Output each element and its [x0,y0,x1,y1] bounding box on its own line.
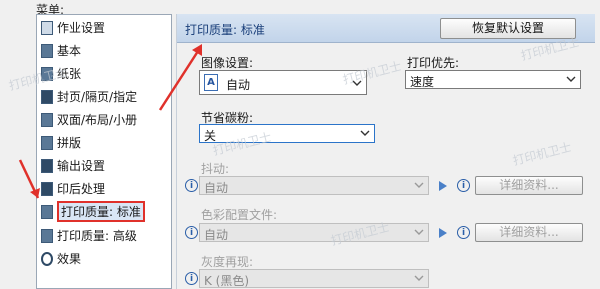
sidebar-item-basic[interactable]: 基本 [41,40,81,61]
chevron-down-icon [414,229,424,235]
settings-panel: 打印质量: 标准 恢复默认设置 图像设置: A 自动 打印优先: 速度 节省碳粉… [176,14,595,289]
sidebar-item-label: 打印质量: 标准 [57,201,145,222]
sidebar-item-label: 基本 [57,44,82,58]
toner-save-value: 关 [204,129,217,143]
sidebar-item-effects[interactable]: 效果 [41,248,81,269]
sidebar-item-label: 纸张 [57,67,82,81]
panel-title: 打印质量: 标准 [185,23,265,37]
gray-reproduction-select[interactable]: K (黑色) [199,269,429,288]
print-priority-value: 速度 [410,75,435,89]
duplex-icon [41,112,53,127]
chevron-down-icon [352,80,362,86]
sidebar-item-label: 印后处理 [57,182,106,196]
sidebar-item-paper[interactable]: 纸张 [41,63,81,84]
color-profile-label: 色彩配置文件: [201,208,278,222]
sidebar-item-label: 封页/隔页/指定 [57,90,138,104]
basic-icon [41,43,53,58]
image-settings-label: 图像设置: [201,56,254,70]
paper-icon [41,66,53,81]
print-priority-label: 打印优先: [407,56,460,70]
info-icon[interactable]: i [185,226,198,239]
sidebar-item-label: 打印质量: 高级 [57,229,137,243]
image-a-icon: A [204,74,218,91]
sidebar-item-job-settings[interactable]: 作业设置 [41,17,105,38]
output-icon [41,158,53,173]
info-icon[interactable]: i [457,226,470,239]
sidebar-item-label: 拼版 [57,136,82,150]
info-icon[interactable]: i [457,179,470,192]
dither-select[interactable]: 自动 [199,176,429,195]
gray-reproduction-label: 灰度再现: [201,255,254,269]
sidebar-item-quality-advanced[interactable]: 打印质量: 高级 [41,225,137,246]
sidebar-item-quality-standard[interactable]: 打印质量: 标准 [41,201,145,222]
cover-icon [41,89,53,104]
finishing-icon [41,181,53,196]
imposition-icon [41,135,53,150]
sidebar-item-output[interactable]: 输出设置 [41,155,105,176]
sidebar-item-finishing[interactable]: 印后处理 [41,178,105,199]
panel-header: 打印质量: 标准 恢复默认设置 [177,14,595,43]
gray-reproduction-value: K (黑色) [204,274,250,288]
dither-value: 自动 [204,181,229,195]
play-arrow-icon [439,181,447,191]
play-arrow-icon [439,228,447,238]
restore-defaults-button[interactable]: 恢复默认设置 [440,18,576,39]
effects-icon [41,251,53,266]
job-settings-icon [41,20,53,35]
image-settings-value: 自动 [226,78,251,92]
color-profile-value: 自动 [204,228,229,242]
sidebar-item-label: 双面/布局/小册 [57,113,138,127]
toner-save-select[interactable]: 关 [199,124,375,143]
chevron-down-icon [414,275,424,281]
chevron-down-icon [566,76,576,82]
print-priority-select[interactable]: 速度 [405,70,581,89]
info-icon[interactable]: i [185,179,198,192]
sidebar-item-imposition[interactable]: 拼版 [41,132,81,153]
sidebar-item-label: 作业设置 [57,21,106,35]
sidebar-menu: 作业设置 基本 纸张 封页/隔页/指定 双面/布局/小册 拼版 输出设置 印后处… [36,14,172,289]
quality-advanced-icon [41,228,53,243]
sidebar-item-label: 输出设置 [57,159,106,173]
dither-detail-button[interactable]: 详细资料... [475,176,583,195]
dither-label: 抖动: [201,162,230,176]
color-profile-detail-button[interactable]: 详细资料... [475,223,583,242]
color-profile-select[interactable]: 自动 [199,223,429,242]
info-icon[interactable]: i [185,272,198,285]
image-settings-select[interactable]: A 自动 [199,70,367,95]
chevron-down-icon [414,182,424,188]
sidebar-item-duplex[interactable]: 双面/布局/小册 [41,109,137,130]
chevron-down-icon [360,130,370,136]
quality-standard-icon [41,204,53,219]
sidebar-item-label: 效果 [57,252,82,266]
sidebar-item-cover[interactable]: 封页/隔页/指定 [41,86,137,107]
